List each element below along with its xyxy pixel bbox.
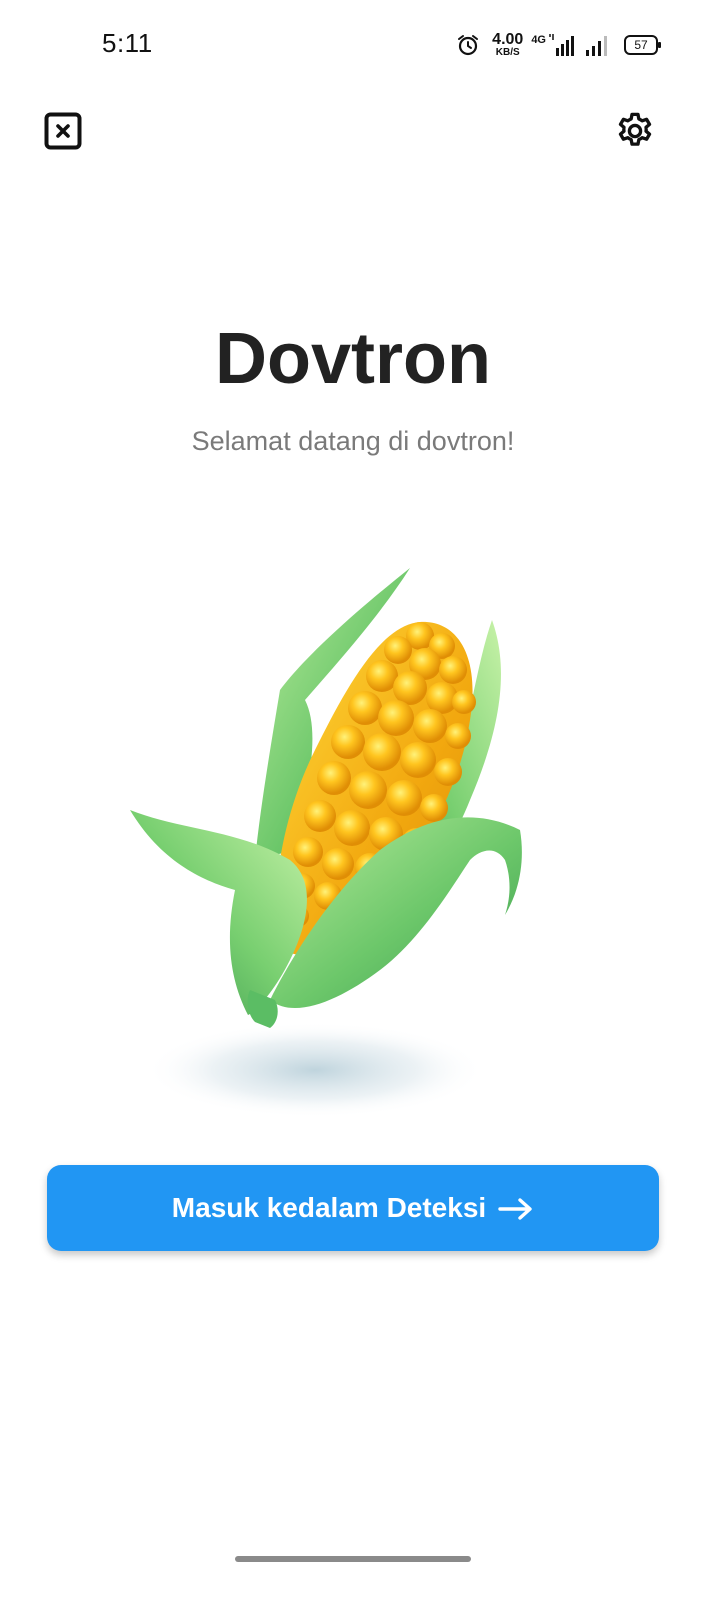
- network-speed: 4.00 KB/S: [492, 32, 523, 58]
- arrow-right-icon: [498, 1196, 534, 1220]
- gear-icon: [618, 112, 652, 146]
- signal-icon-secondary: [584, 34, 610, 56]
- status-icons: 4.00 KB/S 4G 57: [456, 28, 662, 62]
- battery-icon: 57: [624, 35, 662, 55]
- signal-icon: [548, 34, 576, 56]
- close-square-icon: [44, 112, 82, 150]
- status-time: 5:11: [102, 28, 153, 58]
- enter-detection-button[interactable]: Masuk kedalam Deteksi: [47, 1165, 659, 1251]
- alarm-icon: [456, 33, 480, 57]
- home-indicator[interactable]: [235, 1556, 471, 1562]
- page-title: Dovtron: [215, 319, 491, 399]
- battery-level: 57: [634, 38, 648, 52]
- page-subtitle: Selamat datang di dovtron!: [191, 426, 515, 456]
- corn-illustration: [120, 560, 540, 1120]
- settings-button[interactable]: [614, 110, 656, 152]
- network-speed-value: 4.00: [492, 31, 524, 48]
- network-type: 4G: [531, 34, 546, 46]
- status-bar: 5:11 4.00 KB/S 4G 57: [0, 0, 720, 90]
- enter-detection-label: Masuk kedalam Deteksi: [171, 1192, 487, 1223]
- network-speed-unit: KB/S: [495, 47, 520, 58]
- close-button[interactable]: [44, 112, 82, 150]
